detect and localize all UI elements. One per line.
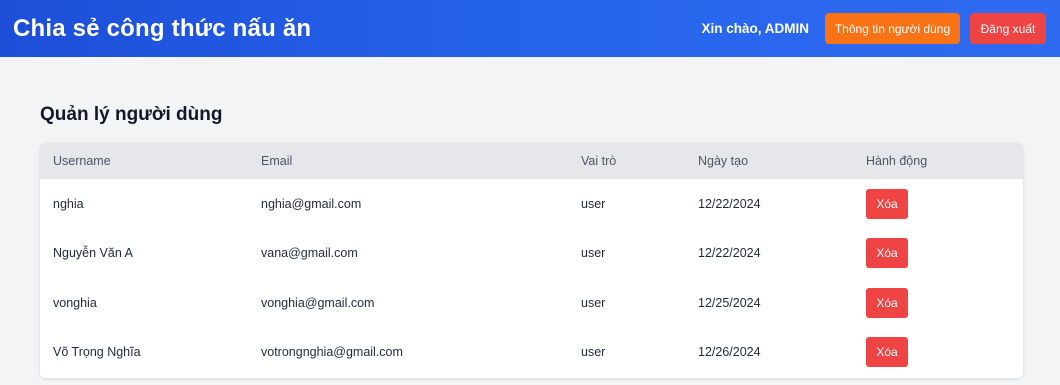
column-header-email: Email bbox=[261, 154, 293, 168]
greeting-text: Xin chào, ADMIN bbox=[701, 21, 809, 36]
table-row: Nguyễn Văn A vana@gmail.com user 12/22/2… bbox=[40, 229, 1023, 279]
delete-button[interactable]: Xóa bbox=[866, 337, 908, 368]
cell-created: 12/25/2024 bbox=[698, 295, 761, 310]
cell-actions: Xóa bbox=[866, 287, 1023, 318]
cell-actions: Xóa bbox=[866, 188, 1023, 219]
cell-role: user bbox=[581, 345, 606, 360]
cell-role: user bbox=[581, 196, 606, 211]
column-header-username: Username bbox=[53, 154, 111, 168]
cell-username: Võ Trọng Nghĩa bbox=[53, 345, 141, 360]
column-header-created: Ngày tạo bbox=[698, 154, 749, 168]
cell-actions: Xóa bbox=[866, 337, 1023, 368]
cell-email: votrongnghia@gmail.com bbox=[261, 345, 403, 360]
delete-button[interactable]: Xóa bbox=[866, 238, 908, 269]
cell-email: vana@gmail.com bbox=[261, 246, 358, 261]
table-header: Username Email Vai trò Ngày tạo Hành độn… bbox=[40, 143, 1023, 179]
column-header-role: Vai trò bbox=[581, 154, 617, 168]
cell-actions: Xóa bbox=[866, 238, 1023, 269]
header-actions: Xin chào, ADMIN Thông tin người dùng Đăn… bbox=[701, 13, 1046, 44]
logout-button[interactable]: Đăng xuất bbox=[970, 13, 1046, 44]
cell-role: user bbox=[581, 295, 606, 310]
user-info-button[interactable]: Thông tin người dùng bbox=[825, 13, 960, 44]
cell-created: 12/26/2024 bbox=[698, 345, 761, 360]
delete-button[interactable]: Xóa bbox=[866, 188, 908, 219]
page-title: Quản lý người dùng bbox=[40, 104, 223, 125]
cell-email: nghia@gmail.com bbox=[261, 196, 362, 211]
cell-created: 12/22/2024 bbox=[698, 246, 761, 261]
cell-username: Nguyễn Văn A bbox=[53, 246, 133, 261]
table-row: vonghia vonghia@gmail.com user 12/25/202… bbox=[40, 278, 1023, 328]
users-table: Username Email Vai trò Ngày tạo Hành độn… bbox=[40, 143, 1023, 378]
site-brand[interactable]: Chia sẻ công thức nấu ăn bbox=[13, 15, 311, 43]
cell-username: vonghia bbox=[53, 295, 97, 310]
table-row: nghia nghia@gmail.com user 12/22/2024 Xó… bbox=[40, 179, 1023, 229]
top-header: Chia sẻ công thức nấu ăn Xin chào, ADMIN… bbox=[0, 0, 1060, 57]
cell-role: user bbox=[581, 246, 606, 261]
cell-username: nghia bbox=[53, 196, 84, 211]
cell-email: vonghia@gmail.com bbox=[261, 295, 375, 310]
delete-button[interactable]: Xóa bbox=[866, 287, 908, 318]
table-row: Võ Trọng Nghĩa votrongnghia@gmail.com us… bbox=[40, 328, 1023, 378]
column-header-actions: Hành động bbox=[866, 154, 928, 168]
cell-created: 12/22/2024 bbox=[698, 196, 761, 211]
